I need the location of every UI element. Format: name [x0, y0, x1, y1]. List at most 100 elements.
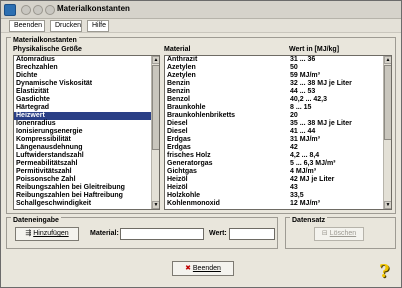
quantity-column-header: Physikalische Größe: [13, 46, 82, 53]
quantity-scroll-thumb[interactable]: [152, 65, 159, 150]
scroll-up-icon[interactable]: ▲: [384, 56, 391, 64]
material-cell: Diesel: [167, 128, 188, 135]
window-title: Materialkonstanten: [57, 4, 130, 13]
close-button[interactable]: ✖ Beenden: [172, 261, 234, 276]
table-row[interactable]: Anthrazit 31 ... 36: [165, 56, 391, 64]
material-cell: Holzkohle: [167, 192, 201, 199]
menu-bar: Beenden Drucken Hilfe: [1, 19, 401, 33]
list-item[interactable]: Gasdichte: [14, 96, 159, 104]
material-cell: Generatorgas: [167, 160, 213, 167]
list-item[interactable]: Reibungszahlen bei Haftreibung: [14, 192, 159, 200]
table-row[interactable]: Erdgas 42: [165, 144, 391, 152]
delete-icon: ⊟: [321, 230, 328, 237]
material-cell: Benzol: [167, 96, 190, 103]
value-cell: 8 ... 15: [290, 104, 312, 111]
menu-beenden[interactable]: Beenden: [9, 20, 45, 32]
list-item[interactable]: Ionisierungsenergie: [14, 128, 159, 136]
material-constants-group-title: Materialkonstanten: [11, 37, 79, 44]
value-input[interactable]: [229, 228, 275, 240]
value-cell: 43: [290, 184, 298, 191]
scroll-up-icon[interactable]: ▲: [152, 56, 159, 64]
quantity-scrollbar[interactable]: ▲ ▼: [151, 56, 159, 209]
material-constants-group: Materialkonstanten Physikalische Größe M…: [6, 37, 396, 214]
add-button[interactable]: ⇶ Hinzufügen: [15, 227, 79, 241]
material-label: Material:: [90, 230, 119, 237]
material-cell: Azetylen: [167, 64, 196, 71]
menu-drucken[interactable]: Drucken: [50, 20, 82, 32]
material-cell: Erdgas: [167, 144, 191, 151]
table-row[interactable]: Erdgas 31 MJ/m³: [165, 136, 391, 144]
material-cell: Erdgas: [167, 136, 191, 143]
table-row[interactable]: Braunkohle 8 ... 15: [165, 104, 391, 112]
list-item[interactable]: Ionenradius: [14, 120, 159, 128]
table-row[interactable]: Heizöl 42 MJ je Liter: [165, 176, 391, 184]
value-cell: 41 ... 44: [290, 128, 316, 135]
list-item[interactable]: Poissonsche Zahl: [14, 176, 159, 184]
value-cell: 40,2 ... 42,3: [290, 96, 327, 103]
list-item[interactable]: Heizwert: [14, 112, 159, 120]
list-item[interactable]: Atomradius: [14, 56, 159, 64]
list-item[interactable]: Härtegrad: [14, 104, 159, 112]
table-row[interactable]: Kohlenmonoxid 12 MJ/m³: [165, 200, 391, 208]
value-cell: 31 ... 36: [290, 56, 316, 63]
table-row[interactable]: Benzol 40,2 ... 42,3: [165, 96, 391, 104]
material-cell: Braunkohlenbriketts: [167, 112, 236, 119]
list-item[interactable]: Permitivitätszahl: [14, 168, 159, 176]
list-item[interactable]: Elastizität: [14, 88, 159, 96]
list-item[interactable]: Schallgeschwindigkeit: [14, 200, 159, 208]
table-row[interactable]: Gichtgas 4 MJ/m³: [165, 168, 391, 176]
material-cell: Anthrazit: [167, 56, 198, 63]
maximize-window-button[interactable]: [45, 5, 55, 15]
quantity-list: Atomradius Brechzahlen Dichte Dynamische Vi…: [14, 56, 159, 208]
close-window-button[interactable]: [21, 5, 31, 15]
table-row[interactable]: Azetylen 59 MJ/m³: [165, 72, 391, 80]
list-item[interactable]: Längenausdehnung: [14, 144, 159, 152]
add-button-label: Hinzufügen: [33, 230, 69, 237]
value-cell: 12 MJ/m³: [290, 200, 320, 207]
table-row[interactable]: Diesel 35 ... 38 MJ je Liter: [165, 120, 391, 128]
table-row[interactable]: Diesel 41 ... 44: [165, 128, 391, 136]
value-cell: 50: [290, 64, 298, 71]
list-item[interactable]: Kompressibilität: [14, 136, 159, 144]
app-icon: [4, 4, 16, 16]
table-row[interactable]: Holzkohle 33,5: [165, 192, 391, 200]
value-column-header: Wert in [MJ/kg]: [289, 46, 340, 53]
list-item[interactable]: Brechzahlen: [14, 64, 159, 72]
table-row[interactable]: frisches Holz 4,2 ... 8,4: [165, 152, 391, 160]
material-cell: Benzin: [167, 88, 190, 95]
value-cell: 5 ... 6,3 MJ/m³: [290, 160, 336, 167]
close-icon: ✖: [185, 265, 191, 272]
value-cell: 42 MJ je Liter: [290, 176, 335, 183]
scroll-down-icon[interactable]: ▼: [152, 201, 159, 209]
value-cell: 4 MJ/m³: [290, 168, 317, 175]
table-row[interactable]: Azetylen 50: [165, 64, 391, 72]
value-cell: 59 MJ/m³: [290, 72, 320, 79]
minimize-window-button[interactable]: [33, 5, 43, 15]
material-cell: Kohlenmonoxid: [167, 200, 220, 207]
value-cell: 42: [290, 144, 298, 151]
list-item[interactable]: Dichte: [14, 72, 159, 80]
list-item[interactable]: Dynamische Viskosität: [14, 80, 159, 88]
materials-scrollbar[interactable]: ▲ ▼: [383, 56, 391, 209]
table-row[interactable]: Heizöl 43: [165, 184, 391, 192]
delete-button[interactable]: ⊟ Löschen: [314, 227, 364, 241]
help-icon[interactable]: ?: [379, 261, 390, 282]
table-row[interactable]: Generatorgas 5 ... 6,3 MJ/m³: [165, 160, 391, 168]
list-item[interactable]: Luftwiderstandszahl: [14, 152, 159, 160]
material-cell: Braunkohle: [167, 104, 206, 111]
material-column-header: Material: [164, 46, 191, 53]
materials-table[interactable]: Anthrazit 31 ... 36 Azetylen 50 Azetylen 59 M…: [164, 55, 392, 210]
materials-table-body: Anthrazit 31 ... 36 Azetylen 50 Azetylen 59 M…: [165, 56, 391, 208]
table-row[interactable]: Benzin 44 ... 53: [165, 88, 391, 96]
data-input-group: Dateneingabe ⇶ Hinzufügen Material: Wert…: [6, 217, 278, 249]
material-input[interactable]: [120, 228, 204, 240]
value-cell: 33,5: [290, 192, 304, 199]
materials-scroll-thumb[interactable]: [384, 65, 391, 140]
scroll-down-icon[interactable]: ▼: [384, 201, 391, 209]
menu-hilfe[interactable]: Hilfe: [87, 20, 109, 32]
quantity-listbox[interactable]: Atomradius Brechzahlen Dichte Dynamische Vi…: [13, 55, 160, 210]
list-item[interactable]: Reibungszahlen bei Gleitreibung: [14, 184, 159, 192]
list-item[interactable]: Permeabilitätszahl: [14, 160, 159, 168]
table-row[interactable]: Braunkohlenbriketts 20: [165, 112, 391, 120]
table-row[interactable]: Benzin 32 ... 38 MJ je Liter: [165, 80, 391, 88]
